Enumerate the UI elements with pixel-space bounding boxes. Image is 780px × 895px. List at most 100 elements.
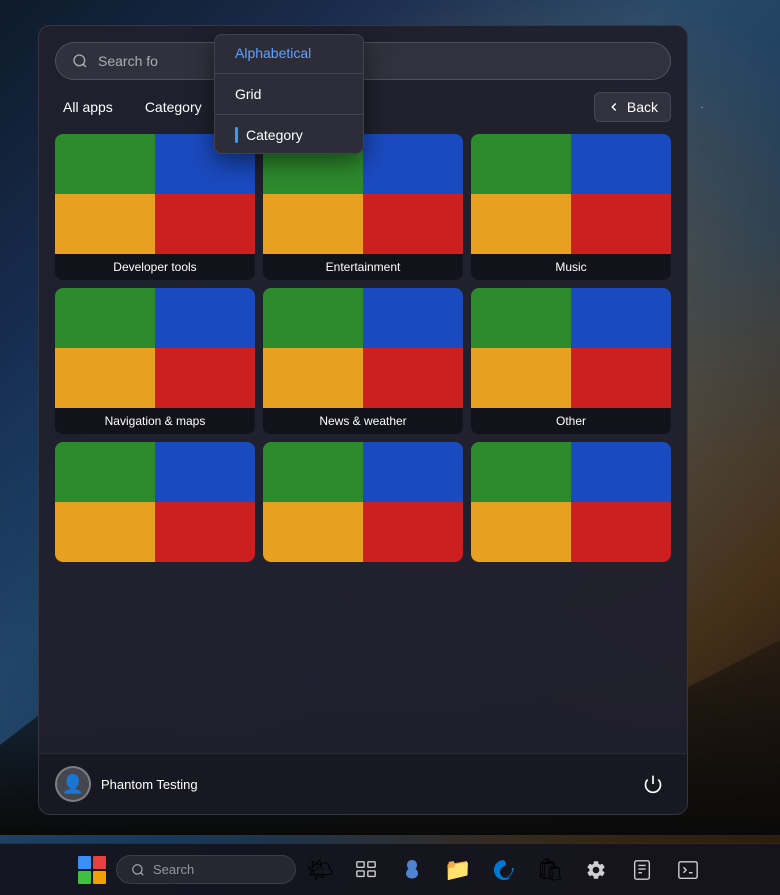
tile-label-entertainment: Entertainment (263, 254, 463, 280)
tile-icons-other (471, 288, 671, 408)
tile-cell-blue-9 (571, 442, 671, 502)
start-menu: Search fo Alphabetical Grid Category All… (38, 25, 688, 815)
win-logo-cell-br (93, 871, 106, 884)
power-button[interactable] (635, 766, 671, 802)
taskbar-search[interactable]: Search (116, 855, 296, 884)
dropdown-label-grid: Grid (235, 86, 261, 102)
taskbar-search-icon (131, 863, 145, 877)
category-tile-entertainment[interactable]: Entertainment (263, 134, 463, 280)
tile-label-other: Other (471, 408, 671, 434)
taskbar-item-explorer[interactable]: 📁 (436, 848, 480, 892)
tile-cell-green-9 (471, 442, 571, 502)
tile-cell-green-7 (55, 442, 155, 502)
tile-cell-red-2 (363, 194, 463, 254)
tile-icons-row3-3 (471, 442, 671, 562)
tile-cell-orange-2 (263, 194, 363, 254)
search-row: Search fo Alphabetical Grid Category (39, 26, 687, 80)
tile-label-music: Music (471, 254, 671, 280)
taskbar-search-text: Search (153, 862, 194, 877)
taskbar-item-taskview[interactable] (344, 848, 388, 892)
category-tile-other[interactable]: Other (471, 288, 671, 434)
taskbar-item-store[interactable]: 🛍 (528, 848, 572, 892)
tile-icons-row3-1 (55, 442, 255, 562)
win-logo-cell-tl (78, 856, 91, 869)
dropdown-label-alphabetical: Alphabetical (235, 45, 311, 61)
category-row-2: Navigation & maps News & weather (55, 288, 671, 434)
taskbar-item-edge[interactable] (482, 848, 526, 892)
terminal-icon (677, 859, 699, 881)
category-tile-row3-3[interactable] (471, 442, 671, 562)
win-logo-cell-bl (78, 871, 91, 884)
category-tile-news[interactable]: News & weather (263, 288, 463, 434)
tile-cell-red-1 (155, 194, 255, 254)
avatar-icon: 👤 (62, 774, 84, 795)
tile-cell-green-1 (55, 134, 155, 194)
edge-icon (492, 858, 516, 882)
tile-cell-red-7 (155, 502, 255, 562)
taskbar-items: Search 🌤 📁 (70, 848, 710, 892)
tile-icons-navigation (55, 288, 255, 408)
dropdown-label-category: Category (246, 127, 303, 143)
taskbar-item-copilot[interactable] (390, 848, 434, 892)
category-tile-row3-2[interactable] (263, 442, 463, 562)
tile-cell-orange-4 (55, 348, 155, 408)
tile-label-news: News & weather (263, 408, 463, 434)
tile-cell-blue-7 (155, 442, 255, 502)
avatar: 👤 (55, 766, 91, 802)
tile-cell-blue-5 (363, 288, 463, 348)
tile-cell-orange-7 (55, 502, 155, 562)
taskbar: Search 🌤 📁 (0, 843, 780, 895)
tile-cell-blue-2 (363, 134, 463, 194)
all-apps-button[interactable]: All apps (55, 95, 121, 119)
category-tile-navigation[interactable]: Navigation & maps (55, 288, 255, 434)
tile-label-navigation: Navigation & maps (55, 408, 255, 434)
windows-logo (78, 856, 106, 884)
task-view-icon (355, 859, 377, 881)
tile-cell-red-8 (363, 502, 463, 562)
win-logo-cell-tr (93, 856, 106, 869)
power-icon (643, 774, 663, 794)
taskbar-item-widgets[interactable]: 🌤 (298, 848, 342, 892)
tile-cell-orange-8 (263, 502, 363, 562)
category-tile-music[interactable]: Music (471, 134, 671, 280)
taskbar-item-windows[interactable] (70, 848, 114, 892)
nav-left: All apps Category (55, 95, 210, 119)
bottom-bar: 👤 Phantom Testing (39, 753, 687, 814)
taskbar-item-notepad[interactable] (620, 848, 664, 892)
tile-cell-red-4 (155, 348, 255, 408)
back-label: Back (627, 99, 658, 115)
tile-cell-red-5 (363, 348, 463, 408)
tile-cell-orange-3 (471, 194, 571, 254)
copilot-icon (400, 858, 424, 882)
dropdown-item-alphabetical[interactable]: Alphabetical (215, 35, 363, 71)
category-button[interactable]: Category (137, 95, 210, 119)
dropdown-item-category[interactable]: Category (215, 117, 363, 153)
tile-icons-music (471, 134, 671, 254)
category-tile-row3-1[interactable] (55, 442, 255, 562)
search-input-text: Search fo (98, 53, 654, 69)
dropdown-divider-1 (215, 73, 363, 74)
category-grid: Developer tools Entertainment Mu (39, 134, 687, 753)
tile-cell-blue-4 (155, 288, 255, 348)
user-info[interactable]: 👤 Phantom Testing (55, 766, 198, 802)
taskbar-item-settings[interactable] (574, 848, 618, 892)
taskbar-item-terminal[interactable] (666, 848, 710, 892)
notepad-icon (631, 859, 653, 881)
chevron-left-icon (607, 100, 621, 114)
user-name: Phantom Testing (101, 777, 198, 792)
tile-cell-green-3 (471, 134, 571, 194)
category-row-3 (55, 442, 671, 562)
tile-label-developer-tools: Developer tools (55, 254, 255, 280)
tile-cell-red-3 (571, 194, 671, 254)
back-button[interactable]: Back (594, 92, 671, 122)
dropdown-item-grid[interactable]: Grid (215, 76, 363, 112)
category-tile-developer-tools[interactable]: Developer tools (55, 134, 255, 280)
tile-cell-orange-1 (55, 194, 155, 254)
widgets-icon: 🌤 (306, 857, 334, 883)
tile-cell-blue-3 (571, 134, 671, 194)
category-indicator (235, 127, 238, 143)
tile-icons-row3-2 (263, 442, 463, 562)
tile-cell-green-4 (55, 288, 155, 348)
store-icon: 🛍 (536, 857, 564, 883)
sort-dropdown: Alphabetical Grid Category (214, 34, 364, 154)
